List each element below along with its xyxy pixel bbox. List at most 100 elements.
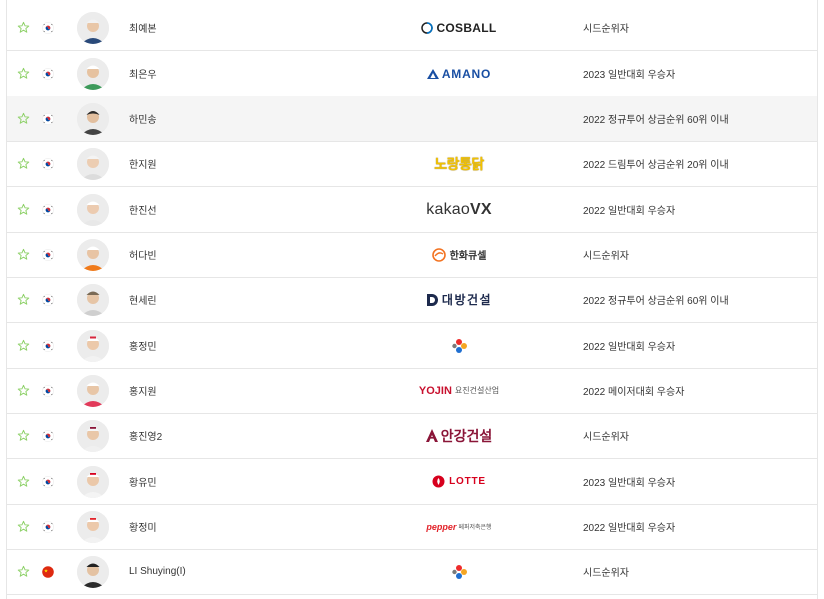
- qualification-note: 시드순위자: [583, 568, 629, 579]
- sponsor-name: pepper: [426, 521, 457, 532]
- favorite-star-icon[interactable]: [17, 339, 30, 352]
- qualification-note: 2022 정규투어 상금순위 60위 이내: [583, 115, 729, 126]
- sponsor-name: 노랑통닭: [434, 155, 484, 172]
- table-row[interactable]: 황정미 pepper 페퍼저축은행 2022 일반대회 우승자: [7, 504, 817, 550]
- sponsor-name-suffix: VX: [469, 200, 492, 218]
- favorite-star-icon[interactable]: [17, 565, 30, 578]
- sponsor-name: COSBALL: [436, 20, 497, 35]
- player-name[interactable]: LI Shuying(I): [129, 566, 335, 577]
- sponsor-name: 대방건설: [441, 293, 493, 307]
- korea-flag-icon: [42, 475, 54, 488]
- hanwha-logo-icon: 한화큐셀: [431, 247, 486, 262]
- table-row[interactable]: 최은우 AMANO 2023 일반대회 우승자: [7, 51, 817, 97]
- sponsor-subname: 페퍼저축은행: [458, 525, 492, 531]
- table-row[interactable]: 최예본 COSBALL 시드순위자: [7, 5, 817, 51]
- korea-flag-icon: [42, 67, 54, 80]
- player-name[interactable]: 홍정민: [129, 338, 335, 353]
- favorite-star-icon[interactable]: [17, 293, 30, 306]
- player-name[interactable]: 황유민: [129, 474, 335, 489]
- table-row[interactable]: 허다빈 한화큐셀 시드순위자: [7, 232, 817, 278]
- qualification-note: 시드순위자: [583, 251, 629, 262]
- nojang-logo-icon: 노랑통닭: [434, 154, 484, 174]
- favorite-star-icon[interactable]: [17, 21, 30, 34]
- sponsor-subname: 요진건설산업: [454, 386, 500, 395]
- player-list-table: 최예본 COSBALL 시드순위자 최은우 AMANO 2023 일반대회 우승…: [6, 0, 818, 599]
- amano-logo-icon: AMANO: [426, 66, 492, 81]
- player-photo-icon: [77, 419, 109, 452]
- player-photo-icon: [77, 238, 109, 271]
- korea-flag-icon: [42, 339, 54, 352]
- player-photo-icon: [77, 374, 109, 407]
- table-row[interactable]: LI Shuying(I) 시드순위자: [7, 549, 817, 595]
- player-photo-icon: [77, 57, 109, 90]
- player-photo-icon: [77, 555, 109, 588]
- player-photo-icon: [77, 465, 109, 498]
- player-photo-icon: [77, 329, 109, 362]
- player-photo-icon: [77, 193, 109, 226]
- player-name[interactable]: 현세린: [129, 292, 335, 307]
- favorite-star-icon[interactable]: [17, 67, 30, 80]
- player-name[interactable]: 황정미: [129, 519, 335, 534]
- player-name[interactable]: 최예본: [129, 20, 335, 35]
- player-name[interactable]: 하민송: [129, 111, 335, 126]
- favorite-star-icon[interactable]: [17, 203, 30, 216]
- korea-flag-icon: [42, 293, 54, 306]
- qualification-note: 2022 일반대회 우승자: [583, 206, 676, 217]
- player-name[interactable]: 허다빈: [129, 247, 335, 262]
- daebang-logo-icon: 대방건설: [426, 291, 492, 308]
- qualification-note: 2022 일반대회 우승자: [583, 342, 676, 353]
- qualification-note: 2022 드림투어 상금순위 20위 이내: [583, 160, 729, 171]
- player-photo-icon: [77, 510, 109, 543]
- table-row[interactable]: 한진선 kakao VX 2022 일반대회 우승자: [7, 187, 817, 233]
- player-name[interactable]: 한지원: [129, 156, 335, 171]
- favorite-star-icon[interactable]: [17, 384, 30, 397]
- player-name[interactable]: 한진선: [129, 202, 335, 217]
- player-name[interactable]: 홍지원: [129, 383, 335, 398]
- table-row[interactable]: 홍정민 2022 일반대회 우승자: [7, 323, 817, 369]
- table-row[interactable]: 황유민 LOTTE 2023 일반대회 우승자: [7, 459, 817, 505]
- player-photo-icon: [77, 102, 109, 135]
- cosball-logo-icon: COSBALL: [421, 21, 496, 35]
- favorite-star-icon[interactable]: [17, 429, 30, 442]
- qualification-note: 2022 메이저대회 우승자: [583, 387, 685, 398]
- korea-flag-icon: [42, 384, 54, 397]
- table-row[interactable]: 홍진영2 안강건설 시드순위자: [7, 413, 817, 459]
- korea-flag-icon: [42, 248, 54, 261]
- table-row[interactable]: 한지원 노랑통닭 2022 드림투어 상금순위 20위 이내: [7, 141, 817, 187]
- pepper-logo-icon: pepper 페퍼저축은행: [426, 522, 491, 532]
- kakaovx-logo-icon: kakao VX: [426, 201, 491, 219]
- korea-flag-icon: [42, 112, 54, 125]
- player-photo-icon: [77, 283, 109, 316]
- qualification-note: 2022 일반대회 우승자: [583, 523, 676, 534]
- qualification-note: 2023 일반대회 우승자: [583, 478, 676, 489]
- korea-flag-icon: [42, 520, 54, 533]
- sponsor-name: LOTTE: [449, 476, 486, 487]
- korea-flag-icon: [42, 429, 54, 442]
- cj-logo-icon: [450, 564, 468, 580]
- yojin-logo-icon: YOJIN 요진건설산업: [419, 385, 499, 397]
- player-photo-icon: [77, 11, 109, 44]
- table-row[interactable]: 현세린 대방건설 2022 정규투어 상금순위 60위 이내: [7, 277, 817, 323]
- china-flag-icon: [42, 565, 54, 578]
- favorite-star-icon[interactable]: [17, 248, 30, 261]
- favorite-star-icon[interactable]: [17, 475, 30, 488]
- favorite-star-icon[interactable]: [17, 112, 30, 125]
- korea-flag-icon: [42, 203, 54, 216]
- lotte-logo-icon: LOTTE: [432, 475, 486, 488]
- korea-flag-icon: [42, 157, 54, 170]
- sponsor-name: YOJIN: [418, 384, 452, 397]
- table-row[interactable]: 홍지원 YOJIN 요진건설산업 2022 메이저대회 우승자: [7, 368, 817, 414]
- sponsor-name: AMANO: [441, 66, 492, 81]
- cj-logo-icon: [450, 338, 468, 354]
- table-row[interactable]: 하민송 2022 정규투어 상금순위 60위 이내: [7, 96, 817, 142]
- sponsor-name: kakao: [426, 200, 470, 218]
- qualification-note: 2022 정규투어 상금순위 60위 이내: [583, 296, 729, 307]
- favorite-star-icon[interactable]: [17, 520, 30, 533]
- player-name[interactable]: 최은우: [129, 66, 335, 81]
- qualification-note: 시드순위자: [583, 432, 629, 443]
- favorite-star-icon[interactable]: [17, 157, 30, 170]
- korea-flag-icon: [42, 21, 54, 34]
- sponsor-name: 안강건설: [440, 427, 493, 444]
- qualification-note: 시드순위자: [583, 24, 629, 35]
- player-name[interactable]: 홍진영2: [129, 428, 335, 443]
